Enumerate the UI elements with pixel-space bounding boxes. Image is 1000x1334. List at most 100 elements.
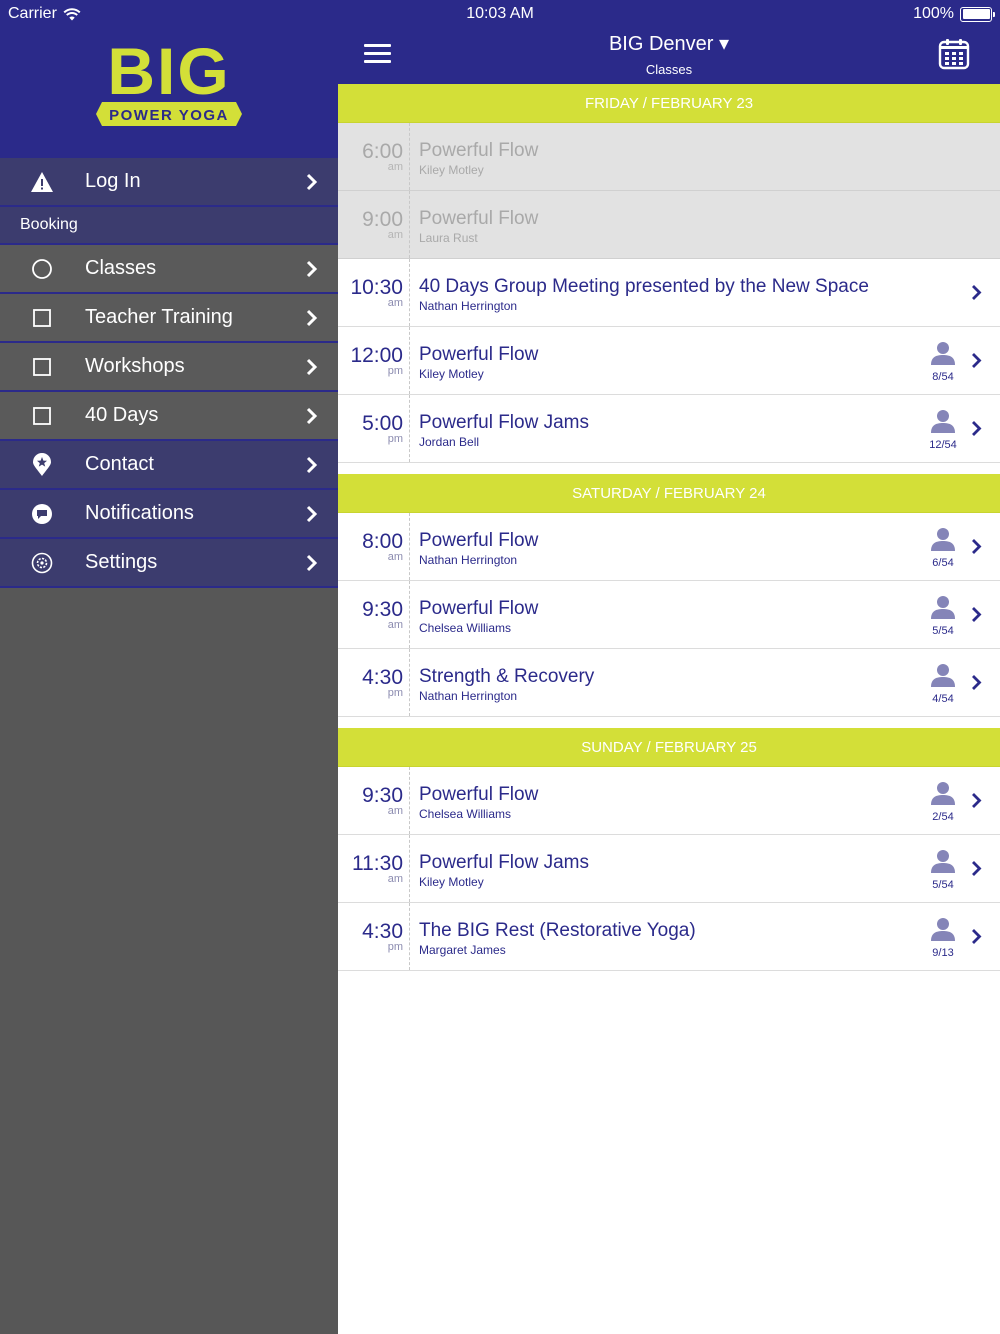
class-row[interactable]: 9:30 am Powerful Flow Chelsea Williams 2/… [338,767,1000,835]
chevron-right-icon[interactable] [971,860,982,877]
sidebar-item-classes[interactable]: Classes [0,245,338,294]
class-row[interactable]: 5:00 pm Powerful Flow Jams Jordan Bell 12… [338,395,1000,463]
chevron-right-icon[interactable] [971,674,982,691]
instructor-name: Chelsea Williams [419,807,512,821]
square-icon [30,404,54,428]
time-value: 8:00 [362,530,403,553]
spots-count: 9/13 [932,947,954,959]
spots-count: 5/54 [932,879,954,891]
chevron-right-icon[interactable] [971,606,982,623]
status-bar: Carrier 10:03 AM 100% [0,0,1000,28]
am-pm: am [387,551,403,563]
sidebar-item-40-days[interactable]: 40 Days [0,392,338,441]
location-selector[interactable]: BIG Denver ▾ Classes [338,31,1000,77]
class-row[interactable]: 9:00 am Powerful Flow Laura Rust [338,191,1000,259]
day-header: FRIDAY / FEBRUARY 23 [338,84,1000,123]
class-row[interactable]: 8:00 am Powerful Flow Nathan Herrington 6… [338,513,1000,581]
calendar-icon[interactable] [938,38,970,70]
instructor-name: Kiley Motley [419,163,484,177]
sidebar-item-label: Classes [85,257,157,279]
page-subtitle: Classes [645,62,693,77]
spots-count: 6/54 [932,557,954,569]
chevron-right-icon [306,505,318,523]
sidebar: BIG POWER YOGA Log In Booking Classes Te… [0,0,338,1334]
class-row[interactable]: 12:00 pm Powerful Flow Kiley Motley 8/54 [338,327,1000,395]
spots-indicator: 6/54 [926,527,960,569]
sidebar-item-notifications[interactable]: Notifications [0,490,338,539]
instructor-name: Nathan Herrington [419,689,518,703]
class-time: 12:00 pm [338,327,410,394]
class-name: Powerful Flow [419,784,539,805]
chevron-right-icon [306,358,318,376]
chevron-right-icon [306,407,318,425]
chevron-right-icon[interactable] [971,284,982,301]
class-name: Powerful Flow [419,344,539,365]
person-icon [931,410,955,433]
svg-text:POWER YOGA: POWER YOGA [109,107,229,124]
class-time: 5:00 pm [338,395,410,462]
day-header: SATURDAY / FEBRUARY 24 [338,474,1000,513]
class-time: 8:00 am [338,513,410,580]
sidebar-item-label: Workshops [85,355,185,377]
time-value: 12:00 [350,344,403,367]
location-name: BIG Denver [608,33,714,55]
instructor-name: Nathan Herrington [419,299,518,313]
sidebar-item-workshops[interactable]: Workshops [0,343,338,392]
big-power-yoga-logo: BIG POWER YOGA [96,36,242,126]
spots-count: 5/54 [932,625,954,637]
sidebar-item-settings[interactable]: Settings [0,539,338,588]
class-time: 10:30 am [338,259,410,326]
class-name: Strength & Recovery [419,666,595,687]
chevron-right-icon [306,173,318,191]
sidebar-item-login[interactable]: Log In [0,158,338,207]
class-name: Powerful Flow Jams [419,412,589,433]
person-icon [931,528,955,551]
sidebar-item-label: Log In [85,170,141,192]
class-row[interactable]: 4:30 pm Strength & Recovery Nathan Herrin… [338,649,1000,717]
spots-count: 4/54 [932,693,954,705]
class-time: 4:30 pm [338,649,410,716]
sidebar-item-label: Settings [85,551,158,573]
time-value: 4:30 [362,920,403,943]
class-time: 6:00 am [338,123,410,190]
time-value: 10:30 [350,276,403,299]
battery-icon [960,6,995,22]
spots-count: 2/54 [932,811,954,823]
chevron-right-icon[interactable] [971,792,982,809]
sidebar-item-contact[interactable]: Contact [0,441,338,490]
svg-text:BIG: BIG [107,36,230,108]
person-icon [931,596,955,619]
spots-indicator: 12/54 [926,409,960,451]
time-value: 9:30 [362,784,403,807]
class-name: The BIG Rest (Restorative Yoga) [419,920,696,941]
sidebar-item-label: Notifications [85,502,194,524]
day-header: SUNDAY / FEBRUARY 25 [338,728,1000,767]
time-value: 9:00 [362,208,403,231]
warning-icon [30,170,54,194]
chevron-right-icon[interactable] [971,538,982,555]
chevron-right-icon[interactable] [971,928,982,945]
am-pm: am [387,161,403,173]
class-name: Powerful Flow Jams [419,852,589,873]
am-pm: pm [387,941,403,953]
time-value: 11:30 [352,852,403,875]
chevron-right-icon[interactable] [971,352,982,369]
battery-percent: 100% [913,5,954,22]
class-time: 4:30 pm [338,903,410,970]
class-row[interactable]: 10:30 am 40 Days Group Meeting presented … [338,259,1000,327]
class-row[interactable]: 4:30 pm The BIG Rest (Restorative Yoga) M… [338,903,1000,971]
class-row[interactable]: 11:30 am Powerful Flow Jams Kiley Motley … [338,835,1000,903]
sidebar-item-teacher-training[interactable]: Teacher Training [0,294,338,343]
class-row[interactable]: 6:00 am Powerful Flow Kiley Motley [338,123,1000,191]
gear-icon [30,551,54,575]
page-title[interactable]: BIG Denver ▾ [338,31,1000,56]
sidebar-item-label: Contact [85,453,154,475]
chevron-right-icon[interactable] [971,420,982,437]
time-value: 5:00 [362,412,403,435]
section-header-booking: Booking [0,207,338,245]
am-pm: am [387,873,403,885]
person-icon [931,664,955,687]
class-row[interactable]: 9:30 am Powerful Flow Chelsea Williams 5/… [338,581,1000,649]
am-pm: pm [387,365,403,377]
circle-icon [30,257,54,281]
